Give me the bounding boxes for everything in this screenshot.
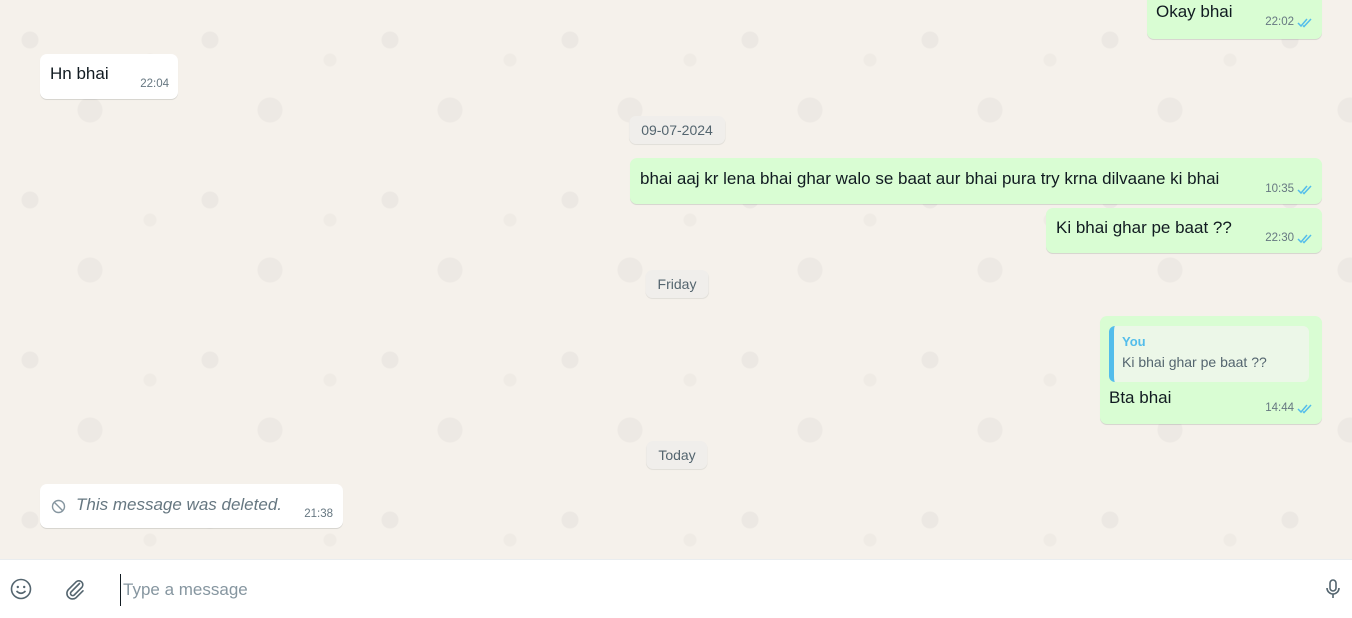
date-separator: Friday bbox=[645, 270, 709, 298]
quoted-message[interactable]: You Ki bhai ghar pe baat ?? bbox=[1109, 326, 1309, 382]
voice-message-button[interactable] bbox=[1320, 576, 1346, 602]
quoted-author: You bbox=[1122, 334, 1146, 349]
read-ticks-icon bbox=[1297, 17, 1312, 28]
message-outgoing[interactable]: Okay bhai 22:02 bbox=[1147, 0, 1322, 39]
message-meta: 10:35 bbox=[1265, 183, 1313, 195]
message-text: Okay bhai bbox=[1156, 2, 1233, 21]
message-text: Ki bhai ghar pe baat ?? bbox=[1056, 218, 1232, 237]
read-ticks-icon bbox=[1297, 184, 1312, 195]
message-outgoing[interactable]: Ki bhai ghar pe baat ?? 22:30 bbox=[1046, 208, 1322, 253]
message-outgoing-reply[interactable]: You Ki bhai ghar pe baat ?? Bta bhai 14:… bbox=[1100, 316, 1322, 424]
message-time: 14:44 bbox=[1265, 402, 1294, 414]
message-incoming[interactable]: Hn bhai 22:04 bbox=[40, 54, 178, 99]
message-time: 22:04 bbox=[140, 78, 169, 90]
message-meta: 22:30 bbox=[1265, 232, 1313, 244]
message-text: This message was deleted. bbox=[76, 495, 282, 514]
message-meta: 22:02 bbox=[1265, 16, 1313, 28]
message-time: 21:38 bbox=[304, 508, 333, 520]
emoji-icon bbox=[10, 578, 32, 600]
deleted-icon bbox=[51, 499, 66, 514]
mic-icon bbox=[1326, 579, 1340, 598]
date-separator: 09-07-2024 bbox=[629, 116, 725, 144]
read-ticks-icon bbox=[1297, 233, 1312, 244]
attach-icon bbox=[66, 580, 84, 600]
attach-button[interactable] bbox=[62, 576, 88, 602]
message-text: Bta bhai bbox=[1109, 388, 1172, 407]
message-time: 22:02 bbox=[1265, 16, 1294, 28]
chat-area[interactable]: Okay bhai 22:02 Hn bhai 22:04 09-07-2024… bbox=[0, 0, 1352, 559]
quoted-text: Ki bhai ghar pe baat ?? bbox=[1122, 354, 1267, 370]
message-composer bbox=[0, 559, 1352, 618]
emoji-button[interactable] bbox=[8, 576, 34, 602]
message-time: 22:30 bbox=[1265, 232, 1294, 244]
message-time: 10:35 bbox=[1265, 183, 1294, 195]
message-outgoing[interactable]: bhai aaj kr lena bhai ghar walo se baat … bbox=[630, 158, 1322, 204]
message-text: bhai aaj kr lena bhai ghar walo se baat … bbox=[640, 169, 1220, 188]
message-meta: 14:44 bbox=[1265, 402, 1313, 414]
date-separator: Today bbox=[646, 441, 708, 469]
message-incoming-deleted[interactable]: This message was deleted. 21:38 bbox=[40, 484, 343, 528]
read-ticks-icon bbox=[1297, 403, 1312, 414]
message-input[interactable] bbox=[120, 574, 1285, 606]
message-text: Hn bhai bbox=[50, 64, 109, 83]
